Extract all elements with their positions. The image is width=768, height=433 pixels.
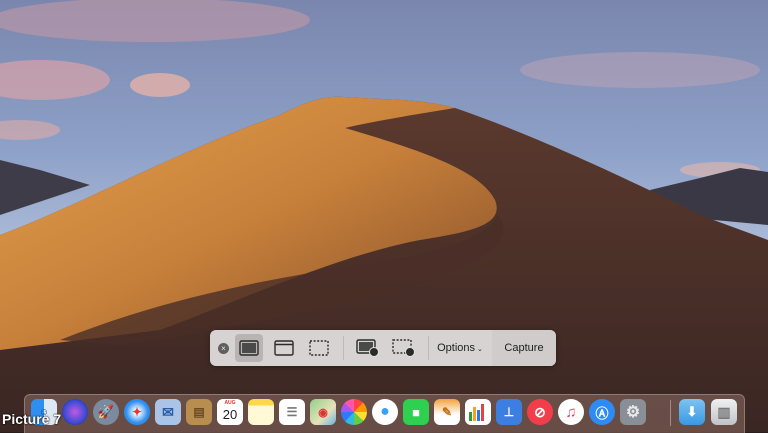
capture-window-button[interactable] bbox=[270, 334, 298, 362]
capture-button[interactable]: Capture bbox=[492, 330, 556, 366]
chevron-down-icon: ⌄ bbox=[477, 346, 483, 353]
keynote-icon[interactable]: ⊥ bbox=[496, 399, 522, 425]
system-preferences-icon[interactable]: ⚙ bbox=[620, 399, 646, 425]
picture-caption: Picture 7 bbox=[2, 411, 62, 427]
bar-chart-glyph bbox=[469, 404, 484, 421]
record-screen-icon bbox=[356, 339, 379, 357]
dock-separator bbox=[670, 400, 671, 426]
photos-icon[interactable] bbox=[341, 399, 367, 425]
maps-icon[interactable]: ◉ bbox=[310, 399, 336, 425]
record-selection-icon bbox=[392, 339, 415, 357]
capture-entire-screen-button[interactable] bbox=[235, 334, 263, 362]
window-icon bbox=[274, 340, 294, 356]
notes-icon[interactable] bbox=[248, 399, 274, 425]
music-icon[interactable]: ♫ bbox=[558, 399, 584, 425]
launchpad-icon[interactable]: 🚀 bbox=[93, 399, 119, 425]
facetime-icon[interactable]: ■ bbox=[403, 399, 429, 425]
desktop-wallpaper bbox=[0, 0, 768, 432]
siri-icon[interactable] bbox=[62, 399, 88, 425]
options-menu-button[interactable]: Options ⌄ bbox=[430, 330, 490, 366]
capture-selection-button[interactable] bbox=[305, 334, 333, 362]
trash-icon[interactable]: ▥ bbox=[711, 399, 737, 425]
downloads-folder-icon[interactable]: ⬇ bbox=[679, 399, 705, 425]
messages-icon[interactable]: ● bbox=[372, 399, 398, 425]
capture-label: Capture bbox=[504, 342, 544, 354]
app-store-icon[interactable]: Ⓐ bbox=[589, 399, 615, 425]
screenshot-toolbar: × Options ⌄ Capture bbox=[210, 330, 556, 366]
pages-icon[interactable]: ✎ bbox=[434, 399, 460, 425]
entire-screen-icon bbox=[239, 340, 259, 356]
mail-icon[interactable]: ✉ bbox=[155, 399, 181, 425]
toolbar-separator bbox=[343, 336, 344, 360]
selection-icon bbox=[309, 340, 329, 356]
record-entire-screen-button[interactable] bbox=[354, 334, 382, 362]
numbers-icon[interactable] bbox=[465, 399, 491, 425]
calendar-day: 20 bbox=[222, 407, 238, 422]
calendar-icon[interactable]: AUG 20 bbox=[217, 399, 243, 425]
options-label: Options bbox=[437, 342, 476, 354]
calendar-month: AUG bbox=[224, 400, 236, 406]
reminders-icon[interactable]: ☰ bbox=[279, 399, 305, 425]
close-toolbar-button[interactable]: × bbox=[218, 343, 229, 354]
safari-icon[interactable]: ✦ bbox=[124, 399, 150, 425]
news-icon[interactable]: ⊘ bbox=[527, 399, 553, 425]
dock: ☺ 🚀 ✦ ✉ ▤ AUG 20 ☰ ◉ ● ■ ✎ ⊥ ⊘ ♫ Ⓐ ⚙ ⬇ ▥ bbox=[24, 394, 745, 433]
record-selection-button[interactable] bbox=[390, 334, 418, 362]
contacts-icon[interactable]: ▤ bbox=[186, 399, 212, 425]
toolbar-separator bbox=[428, 336, 429, 360]
